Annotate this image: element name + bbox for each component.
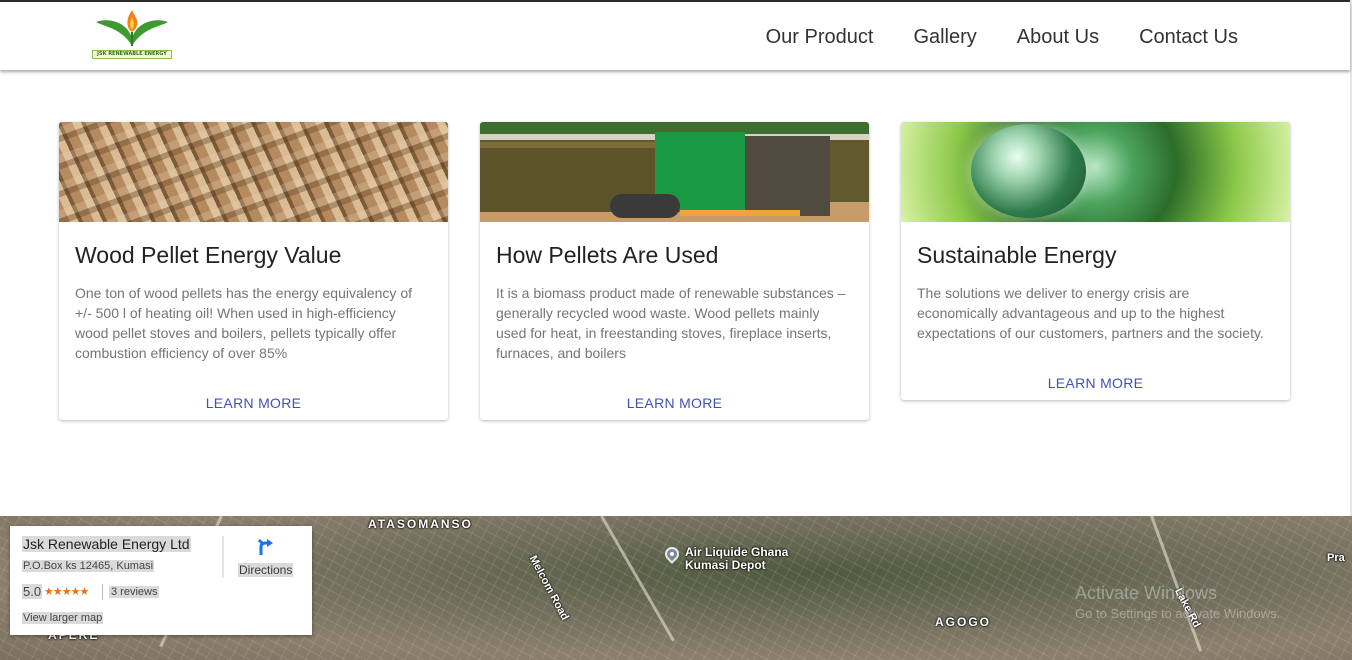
view-larger-map-link[interactable]: View larger map [22,612,104,624]
place-name: Jsk Renewable Energy Ltd [22,536,191,552]
card-title: Wood Pellet Energy Value [75,242,342,268]
card-sustainable-energy: Sustainable Energy The solutions we deli… [901,122,1290,400]
logo[interactable]: JSK RENEWABLE ENERGY [92,8,172,60]
nav-contact-us[interactable]: Contact Us [1139,24,1238,50]
nav-about-us[interactable]: About Us [1017,24,1099,50]
directions-link[interactable]: Directions [238,563,294,577]
card-text: One ton of wood pellets has the energy e… [75,285,412,361]
machine-shape [610,194,680,218]
globe-shape [971,124,1086,218]
pellet-machines-image [480,122,869,222]
machine-shape [680,210,800,216]
map-poi-label[interactable]: Air Liquide Ghana Kumasi Depot [685,546,788,572]
nav-our-product[interactable]: Our Product [766,24,874,50]
machine-shape [745,136,830,216]
map-label-agogo: AGOGO [935,615,992,629]
card-text: The solutions we deliver to energy crisi… [917,285,1264,341]
wood-pellets-image [59,122,448,222]
map-label-melcom-road: Melcom Road [526,553,571,623]
watermark-subtitle: Go to Settings to activate Windows. [1075,606,1281,621]
watermark-title: Activate Windows [1075,583,1218,603]
map-place-card: Jsk Renewable Energy Ltd P.O.Box ks 1246… [10,526,312,635]
reviews-link[interactable]: 3 reviews [109,586,160,598]
main-nav: Our Product Gallery About Us Contact Us [766,24,1238,50]
nav-gallery[interactable]: Gallery [913,24,976,50]
glass-globe-image [901,122,1290,222]
directions-icon[interactable] [256,538,274,556]
card-title: Sustainable Energy [917,242,1117,268]
map-road [600,516,675,642]
card-wood-pellet-energy: Wood Pellet Energy Value One ton of wood… [59,122,448,420]
place-rating: 5.0 [22,584,43,599]
learn-more-button[interactable]: LEARN MORE [901,373,1290,400]
map-pin-icon[interactable] [662,544,682,564]
rating-stars-icon: ★★★★★ [44,586,89,598]
activate-windows-watermark: Activate Windows Go to Settings to activ… [1075,583,1280,621]
learn-more-button[interactable]: LEARN MORE [59,393,448,420]
divider [222,536,224,578]
logo-text: JSK RENEWABLE ENERGY [92,50,172,59]
navbar: JSK RENEWABLE ENERGY Our Product Gallery… [0,2,1350,70]
place-address: P.O.Box ks 12465, Kumasi [22,560,155,572]
map-label-edge: Pra [1327,552,1345,564]
card-text: It is a biomass product made of renewabl… [496,285,846,361]
poi-line: Kumasi Depot [685,558,766,572]
logo-leaf-flame-icon [96,10,168,46]
card-title: How Pellets Are Used [496,242,719,268]
map-label-atasomanso: ATASOMANSO [368,517,473,531]
learn-more-button[interactable]: LEARN MORE [480,393,869,420]
card-how-pellets-used: How Pellets Are Used It is a biomass pro… [480,122,869,420]
divider [102,584,103,600]
